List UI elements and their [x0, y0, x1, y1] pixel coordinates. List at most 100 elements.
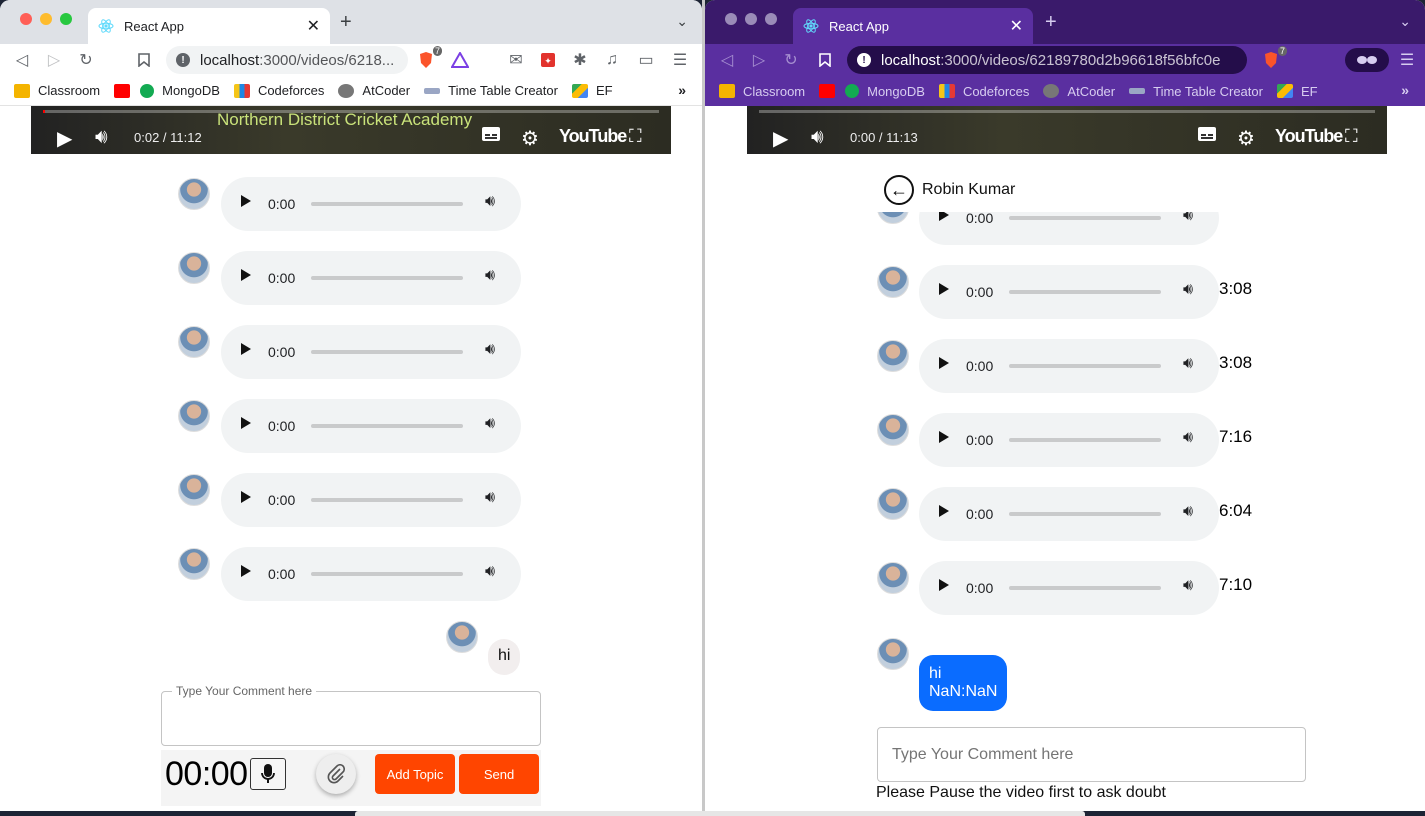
audio-seek-bar[interactable] [1009, 438, 1161, 442]
tab-search-chevron-icon[interactable]: ⌄ [1399, 13, 1411, 30]
bookmark-icon[interactable] [132, 48, 156, 72]
record-mic-button[interactable] [250, 758, 286, 790]
audio-seek-bar[interactable] [1009, 216, 1161, 220]
audio-seek-bar[interactable] [311, 498, 463, 502]
audio-player[interactable]: 0:00 🔊︎ [919, 487, 1219, 541]
audio-play-icon[interactable] [241, 343, 251, 355]
forward-icon[interactable]: ▷ [747, 48, 771, 72]
audio-volume-icon[interactable]: 🔊︎ [485, 563, 495, 581]
media-playlist-icon[interactable]: ♫ [600, 48, 624, 72]
audio-player[interactable]: 0:00 🔊︎ [221, 473, 521, 527]
audio-play-icon[interactable] [241, 195, 251, 207]
play-icon[interactable]: ▶ [773, 126, 788, 151]
play-icon[interactable]: ▶ [57, 126, 72, 151]
audio-play-icon[interactable] [241, 491, 251, 503]
settings-gear-icon[interactable]: ⚙ [521, 126, 539, 151]
bookmark-youtube[interactable] [114, 83, 138, 98]
private-window-icon[interactable] [1345, 48, 1389, 72]
subtitles-icon[interactable] [481, 126, 501, 142]
volume-icon[interactable]: 🔊︎ [95, 126, 108, 149]
brave-shields-icon[interactable]: 7 [414, 46, 442, 72]
bookmark-classroom[interactable]: Classroom [14, 83, 100, 98]
tab-react-app[interactable]: React App ✕ [793, 8, 1033, 44]
bookmark-time-table-creator[interactable]: Time Table Creator [424, 83, 558, 98]
audio-seek-bar[interactable] [311, 572, 463, 576]
brave-shields-icon[interactable]: 7 [1259, 46, 1287, 72]
more-bookmarks-icon[interactable]: » [678, 82, 686, 98]
audio-player[interactable]: 0:00 🔊︎ [221, 325, 521, 379]
new-tab-button[interactable]: + [340, 11, 352, 34]
bookmark-codeforces[interactable]: Codeforces [233, 83, 324, 98]
close-window-button[interactable] [20, 13, 32, 25]
audio-play-icon[interactable] [939, 579, 949, 591]
extension-red-icon[interactable]: ✦ [536, 48, 560, 72]
audio-player[interactable]: 0:00 🔊︎ [221, 547, 521, 601]
fullscreen-icon[interactable]: ⛶ [1345, 126, 1358, 147]
menu-icon[interactable]: ☰ [668, 48, 692, 72]
close-window-button[interactable] [725, 13, 737, 25]
comment-field[interactable]: Type Your Comment here [161, 684, 541, 746]
audio-play-icon[interactable] [241, 269, 251, 281]
tab-search-chevron-icon[interactable]: ⌄ [676, 13, 688, 30]
audio-play-icon[interactable] [241, 565, 251, 577]
wallet-icon[interactable]: ▭ [634, 48, 658, 72]
audio-seek-bar[interactable] [311, 276, 463, 280]
bookmark-icon[interactable] [813, 48, 837, 72]
mail-icon[interactable]: ✉ [504, 48, 528, 72]
address-bar[interactable]: ! localhost:3000/videos/6218... [166, 46, 408, 74]
maximize-window-button[interactable] [60, 13, 72, 25]
attach-file-button[interactable] [316, 754, 356, 794]
back-arrow-icon[interactable]: ← [884, 175, 914, 205]
close-tab-icon[interactable]: ✕ [1010, 16, 1023, 36]
audio-player[interactable]: 0:00 🔊︎ [919, 212, 1219, 245]
audio-volume-icon[interactable]: 🔊︎ [1183, 212, 1193, 225]
bookmark-youtube[interactable] [819, 84, 843, 98]
site-info-icon[interactable]: ! [176, 53, 190, 67]
audio-seek-bar[interactable] [311, 350, 463, 354]
audio-volume-icon[interactable]: 🔊︎ [1183, 429, 1193, 447]
audio-player[interactable]: 0:00 🔊︎ [919, 561, 1219, 615]
audio-play-icon[interactable] [939, 212, 949, 221]
bookmark-atcoder[interactable]: AtCoder [1043, 84, 1115, 99]
audio-play-icon[interactable] [939, 505, 949, 517]
youtube-player[interactable]: ▶ 🔊︎ 0:00 / 11:13 ⚙ YouTube ⛶ [747, 106, 1387, 154]
audio-seek-bar[interactable] [1009, 290, 1161, 294]
address-bar[interactable]: ! localhost:3000/videos/62189780d2b96618… [847, 46, 1247, 74]
chat-scroll-area[interactable]: 0:00 🔊︎ 0:00 🔊︎ 3:08 0:00 🔊︎ 3:08 0:00 🔊︎ 7:16 0:00… [705, 212, 1425, 724]
fullscreen-icon[interactable]: ⛶ [629, 126, 642, 147]
audio-volume-icon[interactable]: 🔊︎ [1183, 281, 1193, 299]
video-progress-bar[interactable] [759, 110, 1375, 113]
add-topic-button[interactable]: Add Topic [375, 754, 455, 794]
youtube-logo[interactable]: YouTube [559, 126, 627, 147]
audio-player[interactable]: 0:00 🔊︎ [221, 251, 521, 305]
settings-gear-icon[interactable]: ⚙ [1237, 126, 1255, 151]
comment-input[interactable] [877, 727, 1306, 782]
bookmark-time-table-creator[interactable]: Time Table Creator [1129, 84, 1263, 99]
audio-player[interactable]: 0:00 🔊︎ [221, 399, 521, 453]
subtitles-icon[interactable] [1197, 126, 1217, 142]
audio-play-icon[interactable] [939, 357, 949, 369]
audio-play-icon[interactable] [939, 283, 949, 295]
audio-volume-icon[interactable]: 🔊︎ [1183, 503, 1193, 521]
more-bookmarks-icon[interactable]: » [1401, 82, 1409, 98]
bookmark-mongodb[interactable]: MongoDB [140, 83, 220, 98]
back-icon[interactable]: ◁ [715, 48, 739, 72]
audio-seek-bar[interactable] [1009, 364, 1161, 368]
bookmark-classroom[interactable]: Classroom [719, 84, 805, 99]
audio-seek-bar[interactable] [311, 202, 463, 206]
tab-react-app[interactable]: React App ✕ [88, 8, 330, 44]
reload-icon[interactable]: ↻ [779, 48, 803, 72]
youtube-logo[interactable]: YouTube [1275, 126, 1343, 147]
site-info-icon[interactable]: ! [857, 53, 871, 67]
menu-icon[interactable]: ☰ [1395, 48, 1419, 72]
reload-icon[interactable]: ↻ [74, 48, 98, 72]
forward-icon[interactable]: ▷ [42, 48, 66, 72]
audio-volume-icon[interactable]: 🔊︎ [485, 267, 495, 285]
new-tab-button[interactable]: + [1045, 11, 1057, 34]
youtube-player[interactable]: Northern District Cricket Academy ▶ 🔊︎ 0… [31, 106, 671, 154]
back-icon[interactable]: ◁ [10, 48, 34, 72]
audio-player[interactable]: 0:00 🔊︎ [919, 413, 1219, 467]
brave-rewards-icon[interactable] [448, 48, 472, 72]
minimize-window-button[interactable] [745, 13, 757, 25]
audio-player[interactable]: 0:00 🔊︎ [919, 265, 1219, 319]
